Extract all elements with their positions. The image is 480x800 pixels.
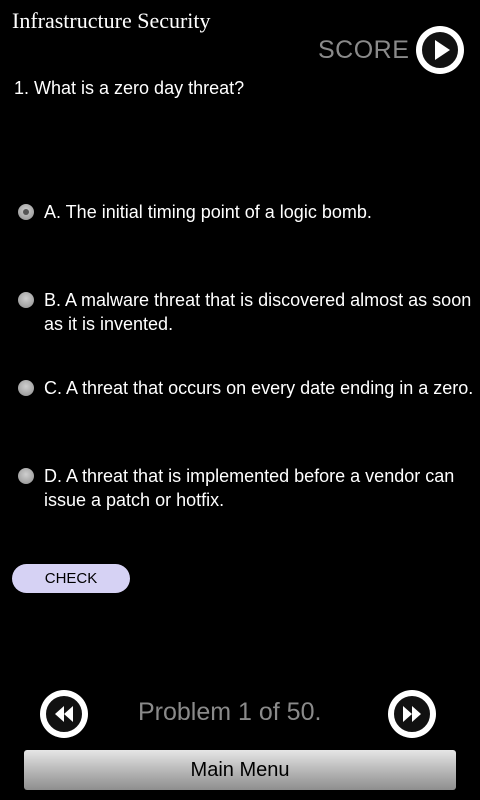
previous-problem-button[interactable]: [40, 690, 88, 738]
score-label: SCORE: [318, 36, 410, 64]
radio-button[interactable]: [18, 292, 34, 308]
option-label: A. The initial timing point of a logic b…: [44, 202, 372, 222]
option-label: C. A threat that occurs on every date en…: [44, 378, 474, 398]
answer-option-a[interactable]: A. The initial timing point of a logic b…: [18, 200, 480, 224]
option-label: D. A threat that is implemented before a…: [44, 466, 455, 510]
next-problem-button[interactable]: [388, 690, 436, 738]
answer-option-b[interactable]: B. A malware threat that is discovered a…: [18, 288, 480, 336]
radio-button[interactable]: [18, 468, 34, 484]
check-button[interactable]: CHECK: [12, 564, 130, 593]
answer-option-d[interactable]: D. A threat that is implemented before a…: [18, 464, 480, 512]
radio-button[interactable]: [18, 204, 34, 220]
rewind-icon: [55, 706, 73, 722]
app-title: Infrastructure Security: [12, 8, 211, 33]
main-menu-button[interactable]: Main Menu: [24, 750, 456, 790]
answer-option-c[interactable]: C. A threat that occurs on every date en…: [18, 376, 480, 400]
radio-button[interactable]: [18, 380, 34, 396]
play-icon: [435, 40, 450, 60]
question-text: 1. What is a zero day threat?: [14, 78, 245, 98]
fast-forward-icon: [403, 706, 421, 722]
problem-counter: Problem 1 of 50.: [138, 698, 322, 726]
score-button[interactable]: [416, 26, 464, 74]
option-label: B. A malware threat that is discovered a…: [44, 290, 472, 334]
